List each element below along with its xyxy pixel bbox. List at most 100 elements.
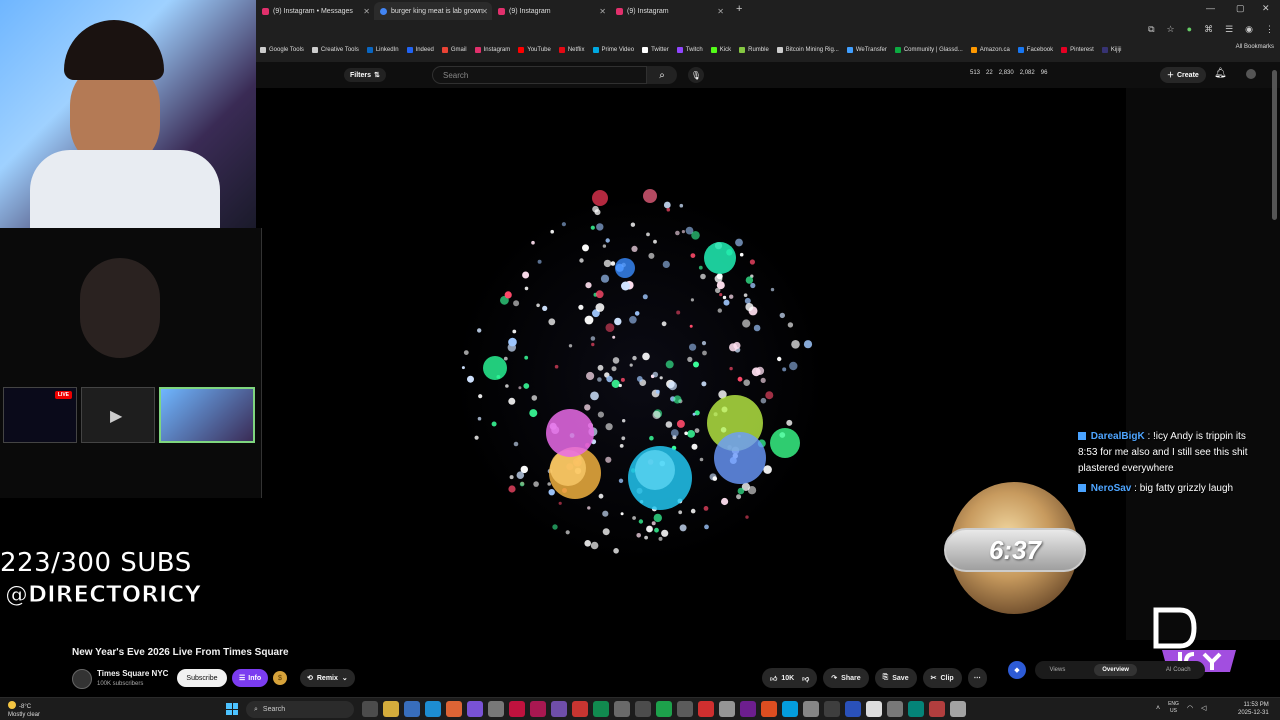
close-tab-icon[interactable]: ✕ [481, 7, 488, 16]
search-input[interactable]: Search [432, 66, 647, 84]
close-tab-icon[interactable]: ✕ [717, 7, 724, 16]
taskbar-app-icon[interactable] [593, 701, 609, 717]
bell-icon[interactable]: 🔔︎ [1214, 68, 1227, 79]
channel-avatar[interactable] [72, 669, 92, 689]
taskbar-app-icon[interactable] [803, 701, 819, 717]
taskbar-app-icon[interactable] [404, 701, 420, 717]
taskbar-app-icon[interactable] [572, 701, 588, 717]
taskbar-app-icon[interactable] [656, 701, 672, 717]
taskbar-app-icon[interactable] [845, 701, 861, 717]
taskbar-app-icon[interactable] [509, 701, 525, 717]
info-button[interactable]: ☰ Info [232, 669, 269, 687]
thumbs-down-icon[interactable]: 👎︎ [802, 674, 809, 683]
bookmark-item[interactable]: Bitcoin Mining Rig... [776, 47, 839, 53]
channel-name[interactable]: Times Square NYC [97, 669, 168, 678]
clip-button[interactable]: ✂ Clip [922, 668, 962, 688]
bookmark-item[interactable]: Kijiji [1101, 47, 1122, 53]
windows-start-icon[interactable] [226, 703, 238, 715]
subscribe-button[interactable]: Subscribe [177, 669, 227, 687]
tab-burger-king[interactable]: burger king meat is lab grown ✕ [374, 2, 492, 20]
tab-instagram-1[interactable]: (9) Instagram ✕ [492, 2, 610, 20]
search-button[interactable]: ⌕ [647, 66, 677, 84]
create-button[interactable]: ＋ Create [1160, 67, 1206, 83]
bookmark-item[interactable]: Twitter [642, 47, 669, 53]
scrollbar[interactable] [1272, 70, 1277, 220]
taskbar-app-icon[interactable] [530, 701, 546, 717]
taskbar-app-icon[interactable] [950, 701, 966, 717]
taskbar-app-icon[interactable] [635, 701, 651, 717]
bookmark-item[interactable]: Twitch [676, 47, 703, 53]
taskbar-app-icon[interactable] [908, 701, 924, 717]
more-icon[interactable]: ⋮ [1265, 24, 1274, 35]
taskbar-app-icon[interactable] [866, 701, 882, 717]
save-button[interactable]: ⎘ Save [874, 668, 917, 688]
mic-button[interactable]: 🎙 [688, 67, 704, 83]
bookmark-item[interactable]: Indeed [406, 47, 434, 53]
puzzle-icon[interactable]: ⌘ [1204, 24, 1213, 35]
taskbar-app-icon[interactable] [929, 701, 945, 717]
language-indicator[interactable]: ENG US [1168, 701, 1179, 715]
bookmark-item[interactable]: Instagram [474, 47, 510, 53]
taskbar-app-icon[interactable] [887, 701, 903, 717]
bookmark-item[interactable]: Rumble [739, 47, 769, 53]
taskbar-app-icon[interactable] [782, 701, 798, 717]
taskbar-app-icon[interactable] [719, 701, 735, 717]
new-tab-icon[interactable]: + [736, 3, 742, 15]
minimize-icon[interactable]: — [1206, 3, 1215, 13]
thumbnail-ball[interactable]: LIVE [3, 387, 77, 443]
ai-badge-icon[interactable]: ◆ [1008, 661, 1026, 679]
cast-icon[interactable]: ⧉ [1148, 24, 1154, 35]
bookmark-item[interactable]: Prime Video [592, 47, 634, 53]
star-icon[interactable]: ☆ [1167, 24, 1175, 35]
share-button[interactable]: ↷ Share [823, 668, 869, 688]
close-tab-icon[interactable]: ✕ [599, 7, 606, 16]
bookmark-item[interactable]: Community | Glassd... [894, 47, 963, 53]
maximize-icon[interactable]: ▢ [1236, 3, 1245, 14]
taskbar-app-icon[interactable] [446, 701, 462, 717]
chevron-up-icon[interactable]: ˄ [1156, 705, 1160, 712]
volume-icon[interactable]: ◁ [1201, 704, 1206, 712]
bookmark-item[interactable]: Gmail [441, 47, 467, 53]
tab-overview[interactable]: Overview [1094, 664, 1137, 676]
taskbar-app-icon[interactable] [740, 701, 756, 717]
bookmark-item[interactable]: Amazon.ca [970, 47, 1010, 53]
taskbar-app-icon[interactable] [488, 701, 504, 717]
taskbar-app-icon[interactable] [425, 701, 441, 717]
tab-instagram-messages[interactable]: (9) Instagram • Messages ✕ [256, 2, 374, 20]
taskbar-app-icon[interactable] [362, 701, 378, 717]
taskbar-app-icon[interactable] [698, 701, 714, 717]
bookmark-item[interactable]: Facebook [1017, 47, 1053, 53]
all-bookmarks[interactable]: All Bookmarks [1236, 44, 1274, 50]
bookmark-item[interactable]: Creative Tools [311, 47, 359, 53]
more-button[interactable]: ⋯ [967, 668, 987, 688]
wifi-icon[interactable]: ◠ [1187, 704, 1193, 712]
bookmark-item[interactable]: YouTube [518, 47, 551, 53]
remix-button[interactable]: ⟲ Remix ⌄ [300, 669, 355, 687]
bookmark-item[interactable]: Kick [710, 47, 731, 53]
taskbar-app-icon[interactable] [467, 701, 483, 717]
thumbnail-camera[interactable]: ▶ [81, 387, 155, 443]
tab-ai-coach[interactable]: AI Coach [1166, 667, 1191, 673]
money-bag-icon[interactable]: $ [273, 671, 287, 685]
close-tab-icon[interactable]: ✕ [363, 7, 370, 16]
taskbar-app-icon[interactable] [677, 701, 693, 717]
bookmark-item[interactable]: Netflix [558, 47, 585, 53]
bookmark-item[interactable]: WeTransfer [846, 47, 887, 53]
like-button[interactable]: 👍︎ 10K 👎︎ [762, 668, 818, 688]
bookmark-item[interactable]: LinkedIn [366, 47, 399, 53]
profile-icon[interactable]: ◉ [1245, 24, 1253, 35]
close-window-icon[interactable]: ✕ [1262, 3, 1270, 14]
tab-views[interactable]: Views [1049, 667, 1065, 673]
bookmark-item[interactable]: Pinterest [1061, 47, 1094, 53]
taskbar-app-icon[interactable] [383, 701, 399, 717]
bookmark-item[interactable]: Google Tools [260, 47, 304, 53]
taskbar-search[interactable]: ⌕ Search [246, 701, 354, 718]
avatar[interactable] [1246, 69, 1256, 79]
weather-widget[interactable]: -8°C Mostly clear [8, 701, 40, 719]
taskbar-app-icon[interactable] [824, 701, 840, 717]
clock[interactable]: 11:53 PM 2025-12-31 [1238, 701, 1269, 717]
tab-instagram-2[interactable]: (9) Instagram ✕ [610, 2, 728, 20]
menu-icon[interactable]: ☰ [1225, 24, 1233, 35]
taskbar-app-icon[interactable] [614, 701, 630, 717]
thumbnail-webcam[interactable] [159, 387, 255, 443]
